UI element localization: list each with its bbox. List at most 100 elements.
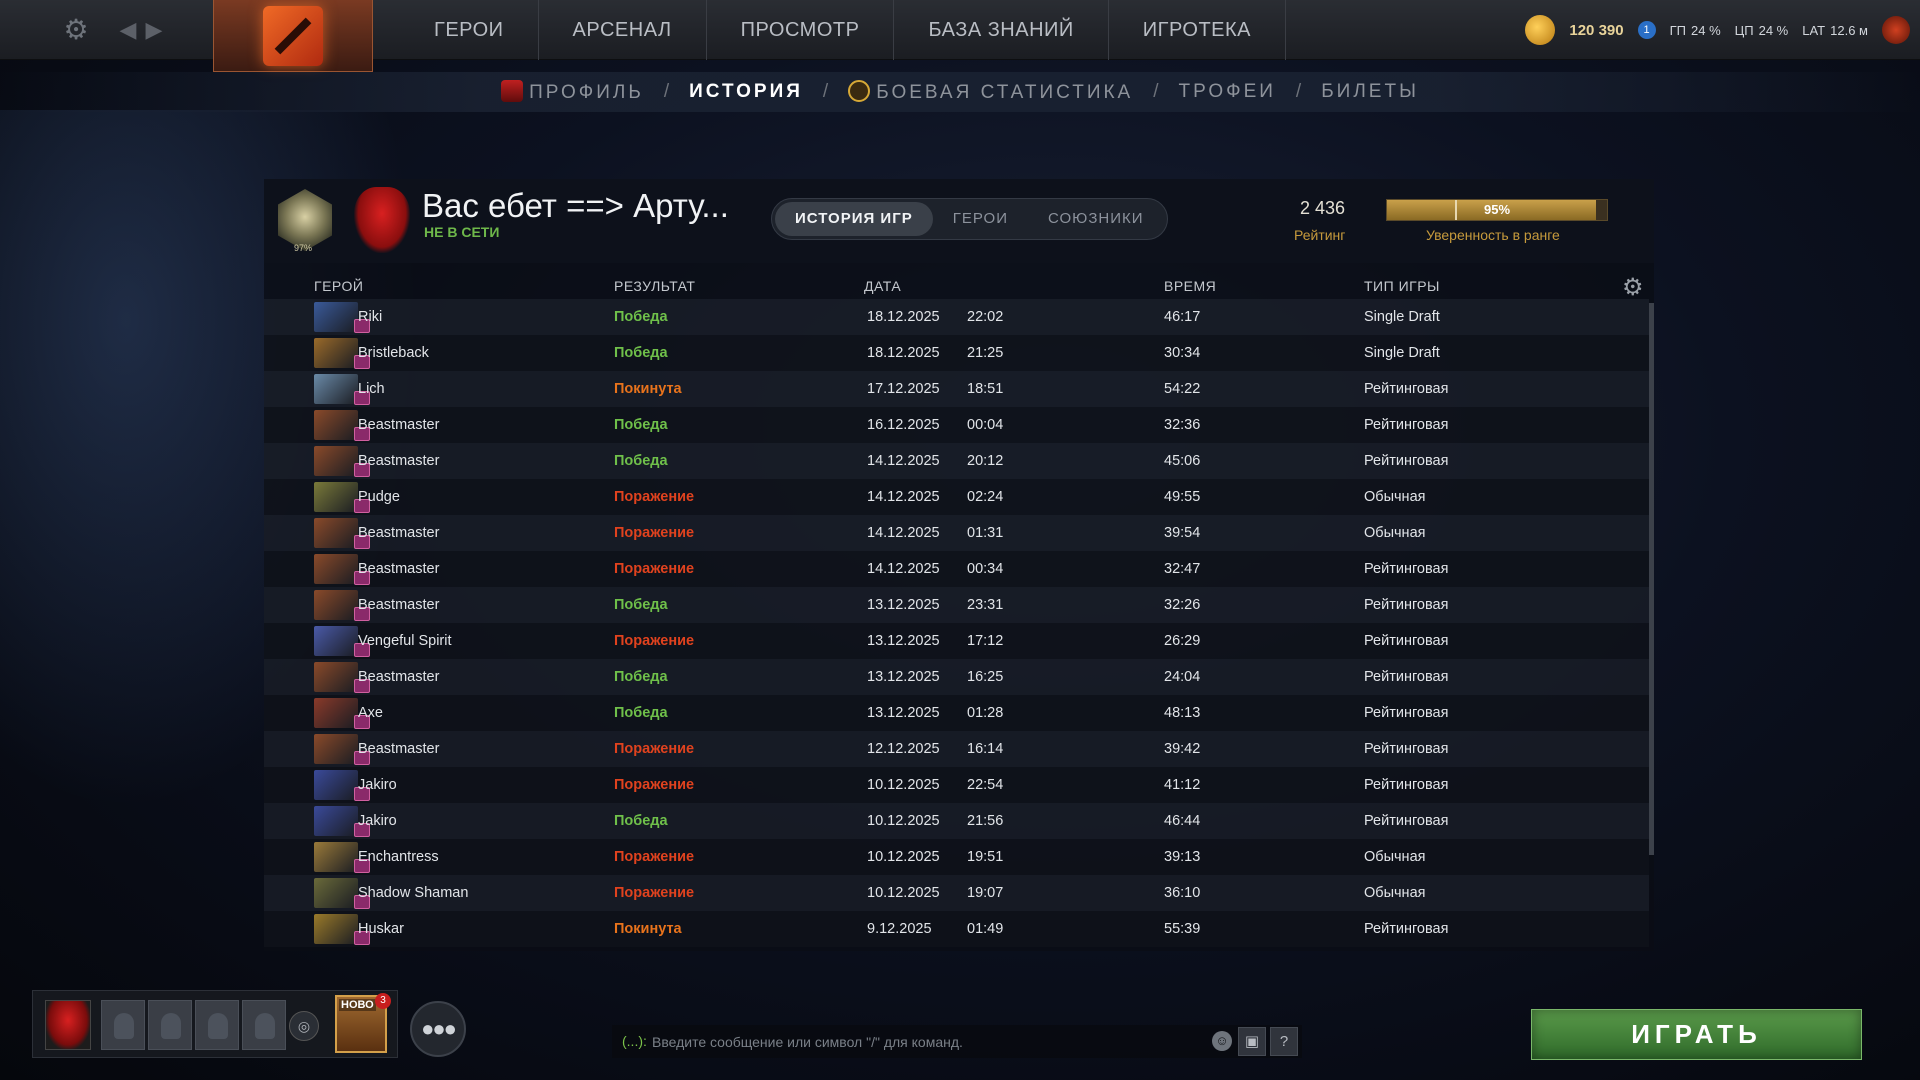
profile-icon bbox=[501, 80, 524, 102]
match-result: Победа bbox=[614, 813, 668, 829]
match-list-scrollbar[interactable] bbox=[1649, 303, 1654, 855]
match-duration: 49:55 bbox=[1164, 489, 1201, 505]
dota-logo-button[interactable] bbox=[213, 0, 373, 72]
match-start-time: 22:02 bbox=[967, 309, 1004, 325]
nav-heroes[interactable]: ГЕРОИ bbox=[400, 0, 539, 60]
hero-portrait-icon bbox=[314, 734, 358, 764]
subnav-trophies[interactable]: ТРОФЕИ bbox=[1179, 81, 1276, 103]
table-row[interactable]: Beastmaster Поражение 14.12.2025 00:34 32:47… bbox=[264, 551, 1649, 587]
tab-match-history[interactable]: ИСТОРИЯ ИГР bbox=[775, 202, 933, 236]
table-row[interactable]: Shadow Shaman Поражение 10.12.2025 19:07 36:… bbox=[264, 875, 1649, 911]
tab-heroes[interactable]: ГЕРОИ bbox=[933, 202, 1028, 236]
match-duration: 30:34 bbox=[1164, 345, 1201, 361]
party-slot-empty[interactable] bbox=[148, 1000, 192, 1050]
match-result: Покинута bbox=[614, 921, 682, 937]
table-row[interactable]: Riki Победа 18.12.2025 22:02 46:17 Single Dra… bbox=[264, 299, 1649, 335]
hero-portrait-icon bbox=[314, 518, 358, 548]
rank-percent: 97% bbox=[294, 243, 313, 253]
chat-channel-prefix[interactable]: (...): bbox=[622, 1033, 647, 1049]
nav-arsenal[interactable]: АРСЕНАЛ bbox=[539, 0, 707, 60]
back-arrow-icon[interactable]: ◀ bbox=[118, 16, 138, 44]
match-date: 9.12.2025 bbox=[867, 921, 932, 937]
subnav-battle-stats[interactable]: БОЕВАЯ СТАТИСТИКА bbox=[848, 80, 1133, 104]
party-slot-empty[interactable] bbox=[195, 1000, 239, 1050]
game-type: Рейтинговая bbox=[1364, 381, 1449, 397]
hero-name: Beastmaster bbox=[358, 453, 440, 469]
table-row[interactable]: Beastmaster Победа 16.12.2025 00:04 32:36 Рей… bbox=[264, 407, 1649, 443]
hero-name: Riki bbox=[358, 309, 383, 325]
hero-portrait-icon bbox=[314, 590, 358, 620]
table-row[interactable]: Vengeful Spirit Поражение 13.12.2025 17:12 2… bbox=[264, 623, 1649, 659]
table-row[interactable]: Beastmaster Победа 13.12.2025 23:31 32:26 Рей… bbox=[264, 587, 1649, 623]
match-duration: 32:36 bbox=[1164, 417, 1201, 433]
notification-badge[interactable]: 1 bbox=[1637, 21, 1656, 39]
match-start-time: 16:25 bbox=[967, 669, 1004, 685]
match-start-time: 18:51 bbox=[967, 381, 1004, 397]
dota-plus-coin-icon[interactable] bbox=[1525, 15, 1556, 45]
latency-label: LAT bbox=[1802, 22, 1826, 38]
match-result: Победа bbox=[614, 417, 668, 433]
table-row[interactable]: Beastmaster Победа 14.12.2025 20:12 45:06 Рей… bbox=[264, 443, 1649, 479]
table-row[interactable]: Enchantress Поражение 10.12.2025 19:51 39:13… bbox=[264, 839, 1649, 875]
table-row[interactable]: Huskar Покинута 9.12.2025 01:49 55:39 Рейтинг… bbox=[264, 911, 1649, 947]
match-result: Победа bbox=[614, 345, 668, 361]
subnav-tickets[interactable]: БИЛЕТЫ bbox=[1321, 81, 1419, 103]
tab-allies[interactable]: СОЮЗНИКИ bbox=[1028, 202, 1164, 236]
match-date: 13.12.2025 bbox=[867, 633, 940, 649]
hero-name: Beastmaster bbox=[358, 597, 440, 613]
party-slot-empty[interactable] bbox=[101, 1000, 145, 1050]
game-type: Рейтинговая bbox=[1364, 813, 1449, 829]
table-row[interactable]: Beastmaster Поражение 14.12.2025 01:31 39:54… bbox=[264, 515, 1649, 551]
hero-name: Vengeful Spirit bbox=[358, 633, 452, 649]
subnav-history[interactable]: ИСТОРИЯ bbox=[689, 81, 803, 103]
voice-headset-icon[interactable]: ◎ bbox=[289, 1011, 319, 1041]
play-button[interactable]: ИГРАТЬ bbox=[1531, 1009, 1862, 1060]
settings-gear-icon[interactable]: ⚙ bbox=[60, 14, 92, 46]
match-result: Поражение bbox=[614, 561, 695, 577]
event-flame-icon[interactable] bbox=[1882, 16, 1910, 44]
rank-medal-icon[interactable] bbox=[278, 189, 332, 251]
hero-name: Beastmaster bbox=[358, 741, 440, 757]
friends-group-icon[interactable]: ●●● bbox=[410, 1001, 466, 1057]
column-result: РЕЗУЛЬТАТ bbox=[614, 278, 696, 294]
hero-name: Bristleback bbox=[358, 345, 429, 361]
table-row[interactable]: Pudge Поражение 14.12.2025 02:24 49:55 Обычна… bbox=[264, 479, 1649, 515]
dota-logo-icon bbox=[263, 5, 323, 66]
match-start-time: 19:07 bbox=[967, 885, 1004, 901]
party-leader-avatar[interactable] bbox=[45, 1000, 91, 1050]
hero-portrait-icon bbox=[314, 302, 358, 332]
match-date: 13.12.2025 bbox=[867, 669, 940, 685]
chat-input[interactable] bbox=[652, 1029, 1212, 1054]
nav-watch[interactable]: ПРОСМОТР bbox=[707, 0, 895, 60]
help-button[interactable]: ? bbox=[1270, 1027, 1298, 1056]
player-avatar[interactable] bbox=[354, 187, 410, 253]
subnav-profile[interactable]: ПРОФИЛЬ bbox=[501, 80, 644, 104]
column-date: ДАТА bbox=[864, 278, 902, 294]
table-row[interactable]: Axe Победа 13.12.2025 01:28 48:13 Рейтинговая bbox=[264, 695, 1649, 731]
gpu-label: ГП bbox=[1669, 22, 1686, 38]
nav-arcade[interactable]: ИГРОТЕКА bbox=[1109, 0, 1286, 60]
table-row[interactable]: Bristleback Победа 18.12.2025 21:25 30:34 Sin… bbox=[264, 335, 1649, 371]
forward-arrow-icon[interactable]: ▶ bbox=[144, 16, 164, 44]
nav-knowledge-base[interactable]: БАЗА ЗНАНИЙ bbox=[894, 0, 1109, 60]
table-row[interactable]: Beastmaster Победа 13.12.2025 16:25 24:04 Рей… bbox=[264, 659, 1649, 695]
game-type: Рейтинговая bbox=[1364, 417, 1449, 433]
match-duration: 41:12 bbox=[1164, 777, 1201, 793]
table-row[interactable]: Beastmaster Поражение 12.12.2025 16:14 39:42… bbox=[264, 731, 1649, 767]
hero-name: Beastmaster bbox=[358, 417, 440, 433]
party-slot-empty[interactable] bbox=[242, 1000, 286, 1050]
news-tile[interactable]: НОВО 3 bbox=[335, 993, 391, 1053]
table-row[interactable]: Lich Покинута 17.12.2025 18:51 54:22 Рейтинго… bbox=[264, 371, 1649, 407]
table-settings-gear-icon[interactable]: ⚙ bbox=[1622, 273, 1644, 302]
match-result: Поражение bbox=[614, 885, 695, 901]
rank-confidence-label: Уверенность в ранге bbox=[1426, 227, 1560, 243]
emoji-icon[interactable]: ☺ bbox=[1212, 1031, 1232, 1051]
chat-wheel-icon[interactable]: ▣ bbox=[1238, 1027, 1266, 1056]
battle-plus-icon bbox=[848, 80, 871, 102]
match-start-time: 00:34 bbox=[967, 561, 1004, 577]
match-start-time: 20:12 bbox=[967, 453, 1004, 469]
rating-label: Рейтинг bbox=[1294, 227, 1346, 243]
table-row[interactable]: Jakiro Поражение 10.12.2025 22:54 41:12 Рейти… bbox=[264, 767, 1649, 803]
match-date: 14.12.2025 bbox=[867, 525, 940, 541]
table-row[interactable]: Jakiro Победа 10.12.2025 21:56 46:44 Рейтинго… bbox=[264, 803, 1649, 839]
